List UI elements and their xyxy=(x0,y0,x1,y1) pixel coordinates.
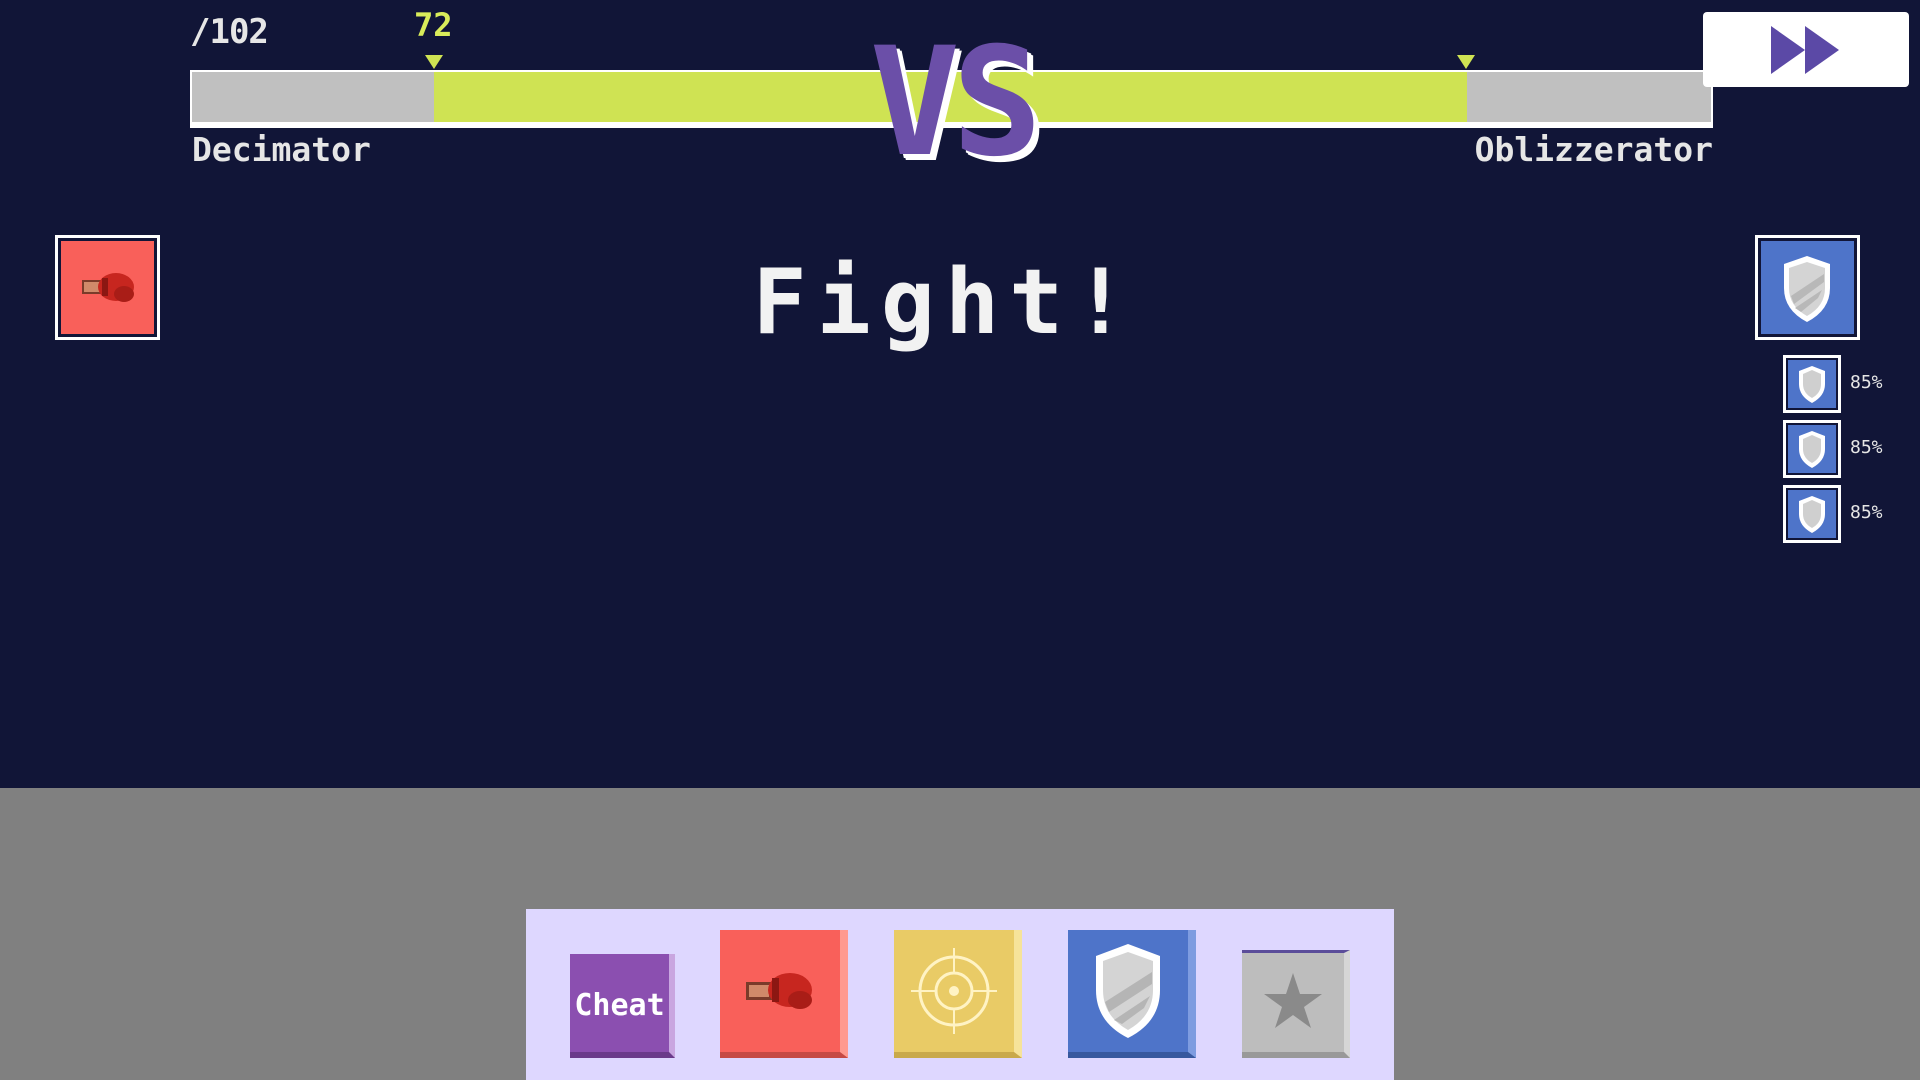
boxing-glove-icon xyxy=(82,273,134,302)
hp-max-text: /102 xyxy=(190,12,269,52)
fast-forward-button[interactable] xyxy=(1703,12,1909,87)
hp-bar-empty-right xyxy=(1467,72,1711,122)
shield-icon xyxy=(1096,944,1160,1038)
buff-shield-1 xyxy=(1783,355,1841,413)
buff-percent-3: 85% xyxy=(1850,502,1883,523)
player-right-name: Oblizzerator xyxy=(1474,130,1713,169)
hp-marker-left xyxy=(425,55,443,69)
fast-forward-icon xyxy=(1771,26,1839,74)
shield-button[interactable] xyxy=(1068,930,1196,1058)
left-fighter-action xyxy=(55,235,160,340)
fight-announcement: Fight! xyxy=(752,250,1138,355)
buff-shield-2 xyxy=(1783,420,1841,478)
target-button[interactable] xyxy=(894,930,1022,1058)
special-button[interactable] xyxy=(1242,950,1350,1058)
right-fighter-action xyxy=(1755,235,1860,340)
shield-icon xyxy=(1799,366,1825,403)
buff-percent-2: 85% xyxy=(1850,437,1883,458)
game-screen: /102 72 Decimator Oblizzerator VS Fight! xyxy=(0,0,1920,1080)
crosshair-icon xyxy=(911,948,997,1034)
shield-icon xyxy=(1784,256,1830,322)
attack-button[interactable] xyxy=(720,930,848,1058)
player-left-name: Decimator xyxy=(192,130,371,169)
buff-shield-3 xyxy=(1783,485,1841,543)
hp-current-text: 72 xyxy=(414,6,453,44)
cheat-button[interactable]: Cheat xyxy=(570,954,675,1058)
shield-icon xyxy=(1799,431,1825,468)
star-icon xyxy=(1264,973,1322,1028)
boxing-glove-icon xyxy=(746,973,812,1009)
vs-logo: VS xyxy=(810,18,1094,188)
hp-marker-right xyxy=(1457,55,1475,69)
buff-percent-1: 85% xyxy=(1850,372,1883,393)
vs-text: VS xyxy=(869,16,1043,190)
hp-bar-empty-left xyxy=(192,72,434,122)
shield-icon xyxy=(1799,496,1825,533)
